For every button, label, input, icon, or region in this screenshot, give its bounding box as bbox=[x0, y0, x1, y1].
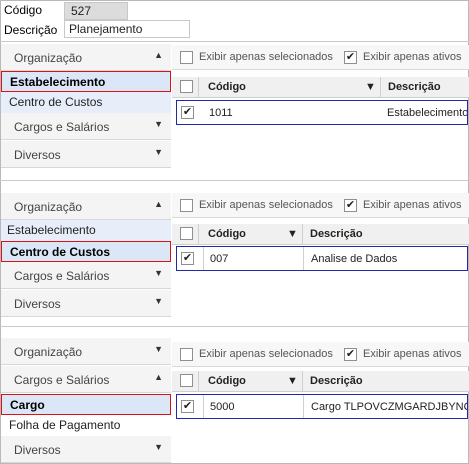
column-header-codigo[interactable]: Código bbox=[208, 228, 246, 240]
only-active-label: Exibir apenas ativos bbox=[363, 51, 462, 63]
column-header-descricao[interactable]: Descrição bbox=[310, 375, 363, 387]
accordion-cargos-e-salarios[interactable]: Cargos e Salários ▼ bbox=[1, 262, 171, 289]
select-all-checkbox[interactable] bbox=[180, 374, 193, 387]
section-divider bbox=[0, 326, 469, 327]
accordion-organizacao[interactable]: Organização ▲ bbox=[1, 44, 171, 71]
accordion-organizacao[interactable]: Organização ▼ bbox=[1, 338, 171, 365]
only-selected-label: Exibir apenas selecionados bbox=[199, 348, 333, 360]
cell-descricao: Estabelecimento bbox=[387, 107, 467, 119]
column-divider bbox=[380, 77, 381, 97]
filter-funnel-icon[interactable]: ▼ bbox=[365, 81, 376, 93]
column-divider bbox=[198, 371, 199, 391]
subitem-cargo[interactable]: Cargo bbox=[1, 394, 171, 415]
filter-bar: Exibir apenas selecionados ✔ Exibir apen… bbox=[172, 193, 469, 218]
only-selected-label: Exibir apenas selecionados bbox=[199, 199, 333, 211]
only-active-checkbox[interactable]: ✔ bbox=[344, 199, 357, 212]
only-active-label: Exibir apenas ativos bbox=[363, 348, 462, 360]
only-selected-checkbox[interactable] bbox=[180, 51, 193, 64]
only-active-checkbox[interactable]: ✔ bbox=[344, 348, 357, 361]
column-header-codigo[interactable]: Código bbox=[208, 81, 246, 93]
caret-up-icon: ▲ bbox=[154, 372, 163, 382]
table-row[interactable]: ✔ 1011 Estabelecimento bbox=[176, 100, 468, 125]
row-checkbox[interactable]: ✔ bbox=[181, 252, 194, 265]
column-divider bbox=[203, 247, 204, 270]
table-row[interactable]: ✔ 5000 Cargo TLPOVCZMGARDJBYNQ bbox=[176, 394, 468, 419]
column-divider bbox=[302, 371, 303, 391]
accordion-label: Diversos bbox=[14, 297, 61, 311]
descricao-field[interactable]: Planejamento bbox=[64, 20, 190, 38]
caret-up-icon: ▲ bbox=[154, 199, 163, 209]
grid-header: Código ▼ Descrição bbox=[172, 224, 469, 245]
only-selected-checkbox[interactable] bbox=[180, 348, 193, 361]
cell-codigo: 5000 bbox=[210, 401, 235, 413]
subitem-centro-de-custos[interactable]: Centro de Custos bbox=[1, 92, 171, 113]
column-divider bbox=[302, 224, 303, 244]
accordion-label: Organização bbox=[14, 200, 83, 214]
descricao-label: Descrição bbox=[4, 23, 58, 37]
accordion-label: Diversos bbox=[14, 443, 61, 457]
caret-down-icon: ▼ bbox=[154, 296, 163, 306]
row-checkbox[interactable]: ✔ bbox=[181, 106, 194, 119]
column-divider bbox=[203, 395, 204, 418]
codigo-field[interactable]: 527 bbox=[64, 2, 128, 20]
column-divider bbox=[198, 77, 199, 97]
only-active-checkbox[interactable]: ✔ bbox=[344, 51, 357, 64]
filter-funnel-icon[interactable]: ▼ bbox=[287, 375, 298, 387]
only-selected-label: Exibir apenas selecionados bbox=[199, 51, 333, 63]
column-header-codigo[interactable]: Código bbox=[208, 375, 246, 387]
accordion-diversos[interactable]: Diversos ▼ bbox=[1, 290, 171, 317]
accordion-label: Organização bbox=[14, 345, 83, 359]
table-row[interactable]: ✔ 007 Analise de Dados bbox=[176, 246, 468, 271]
grid-header: Código ▼ Descrição bbox=[172, 371, 469, 392]
codigo-label: Código bbox=[4, 3, 43, 17]
section-divider bbox=[0, 180, 469, 181]
caret-down-icon: ▼ bbox=[154, 344, 163, 354]
accordion-label: Cargos e Salários bbox=[14, 120, 110, 134]
caret-down-icon: ▼ bbox=[154, 119, 163, 129]
subitem-estabelecimento[interactable]: Estabelecimento bbox=[1, 71, 171, 92]
row-checkbox[interactable]: ✔ bbox=[181, 400, 194, 413]
select-all-checkbox[interactable] bbox=[180, 227, 193, 240]
accordion-label: Diversos bbox=[14, 148, 61, 162]
subitem-folha-de-pagamento[interactable]: Folha de Pagamento bbox=[1, 415, 171, 436]
filter-bar: Exibir apenas selecionados ✔ Exibir apen… bbox=[172, 45, 469, 70]
cell-codigo: 1011 bbox=[209, 107, 233, 119]
caret-down-icon: ▼ bbox=[154, 442, 163, 452]
caret-up-icon: ▲ bbox=[154, 50, 163, 60]
caret-down-icon: ▼ bbox=[154, 147, 163, 157]
select-all-checkbox[interactable] bbox=[180, 80, 193, 93]
cell-descricao: Cargo TLPOVCZMGARDJBYNQ bbox=[311, 401, 467, 413]
filter-funnel-icon[interactable]: ▼ bbox=[287, 228, 298, 240]
accordion-diversos[interactable]: Diversos ▼ bbox=[1, 436, 171, 463]
accordion-organizacao[interactable]: Organização ▲ bbox=[1, 193, 171, 220]
column-header-descricao[interactable]: Descrição bbox=[310, 228, 363, 240]
accordion-label: Organização bbox=[14, 51, 83, 65]
cell-codigo: 007 bbox=[210, 253, 229, 265]
only-active-label: Exibir apenas ativos bbox=[363, 199, 462, 211]
column-divider bbox=[303, 247, 304, 270]
column-divider bbox=[303, 395, 304, 418]
subitem-estabelecimento[interactable]: Estabelecimento bbox=[1, 220, 171, 241]
column-divider bbox=[198, 224, 199, 244]
accordion-diversos[interactable]: Diversos ▼ bbox=[1, 141, 171, 168]
section-divider bbox=[0, 41, 469, 42]
accordion-label: Cargos e Salários bbox=[14, 373, 110, 387]
accordion-label: Cargos e Salários bbox=[14, 269, 110, 283]
caret-down-icon: ▼ bbox=[154, 268, 163, 278]
accordion-cargos-e-salarios[interactable]: Cargos e Salários ▼ bbox=[1, 113, 171, 140]
subitem-centro-de-custos[interactable]: Centro de Custos bbox=[1, 241, 171, 262]
only-selected-checkbox[interactable] bbox=[180, 199, 193, 212]
grid-header: Código ▼ Descrição bbox=[172, 77, 469, 98]
filter-bar: Exibir apenas selecionados ✔ Exibir apen… bbox=[172, 342, 469, 367]
cell-descricao: Analise de Dados bbox=[311, 253, 398, 265]
accordion-cargos-e-salarios[interactable]: Cargos e Salários ▲ bbox=[1, 366, 171, 393]
column-header-descricao[interactable]: Descrição bbox=[388, 81, 441, 93]
